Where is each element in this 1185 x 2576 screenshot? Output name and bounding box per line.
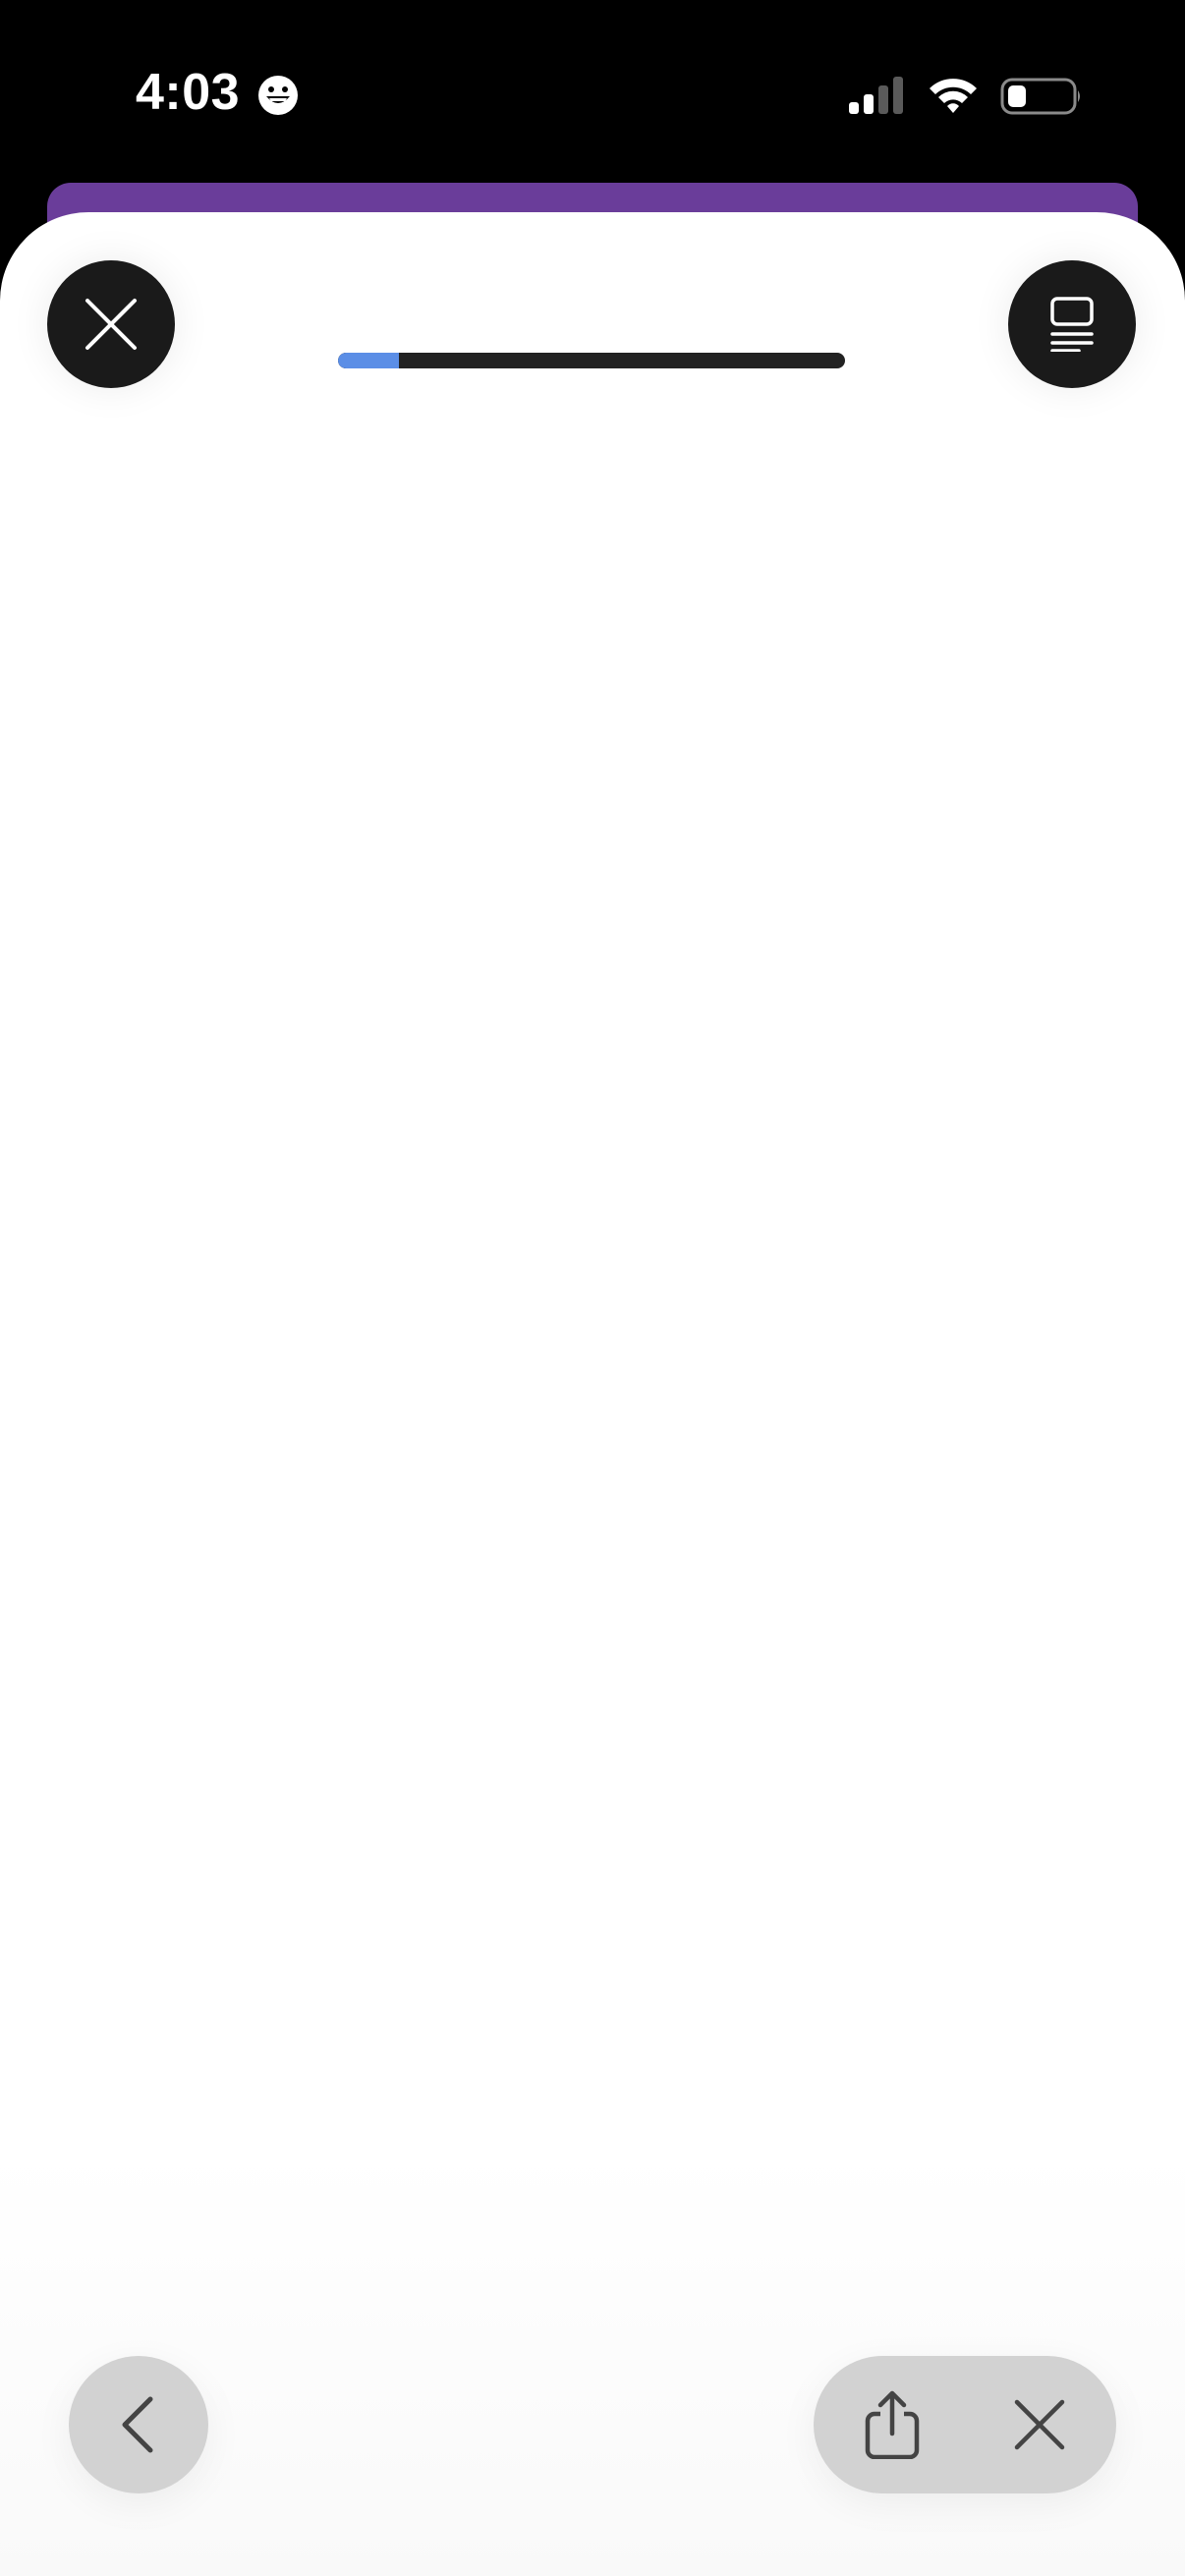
battery-low-icon (1000, 78, 1080, 115)
loading-progress-fill (338, 353, 399, 368)
status-bar: 4:03 (0, 0, 1185, 187)
share-button[interactable] (823, 2356, 961, 2493)
loading-progress-bar (338, 353, 845, 368)
status-time: 4:03 (136, 64, 241, 121)
close-button[interactable] (971, 2356, 1108, 2493)
wifi-icon (930, 79, 977, 113)
content-sheet (0, 212, 1185, 2576)
cellular-signal-icon (849, 77, 903, 114)
chevron-left-icon (122, 2396, 153, 2453)
close-button[interactable] (47, 260, 175, 388)
toolbar-pill (814, 2356, 1116, 2493)
close-icon (85, 299, 137, 350)
close-icon (1014, 2399, 1065, 2450)
share-icon (865, 2390, 920, 2459)
menu-button[interactable] (1008, 260, 1136, 388)
reader-menu-icon (1050, 297, 1094, 352)
back-button[interactable] (69, 2356, 208, 2493)
grinning-face-icon (258, 76, 298, 115)
screen: 4:03 (0, 0, 1185, 2576)
